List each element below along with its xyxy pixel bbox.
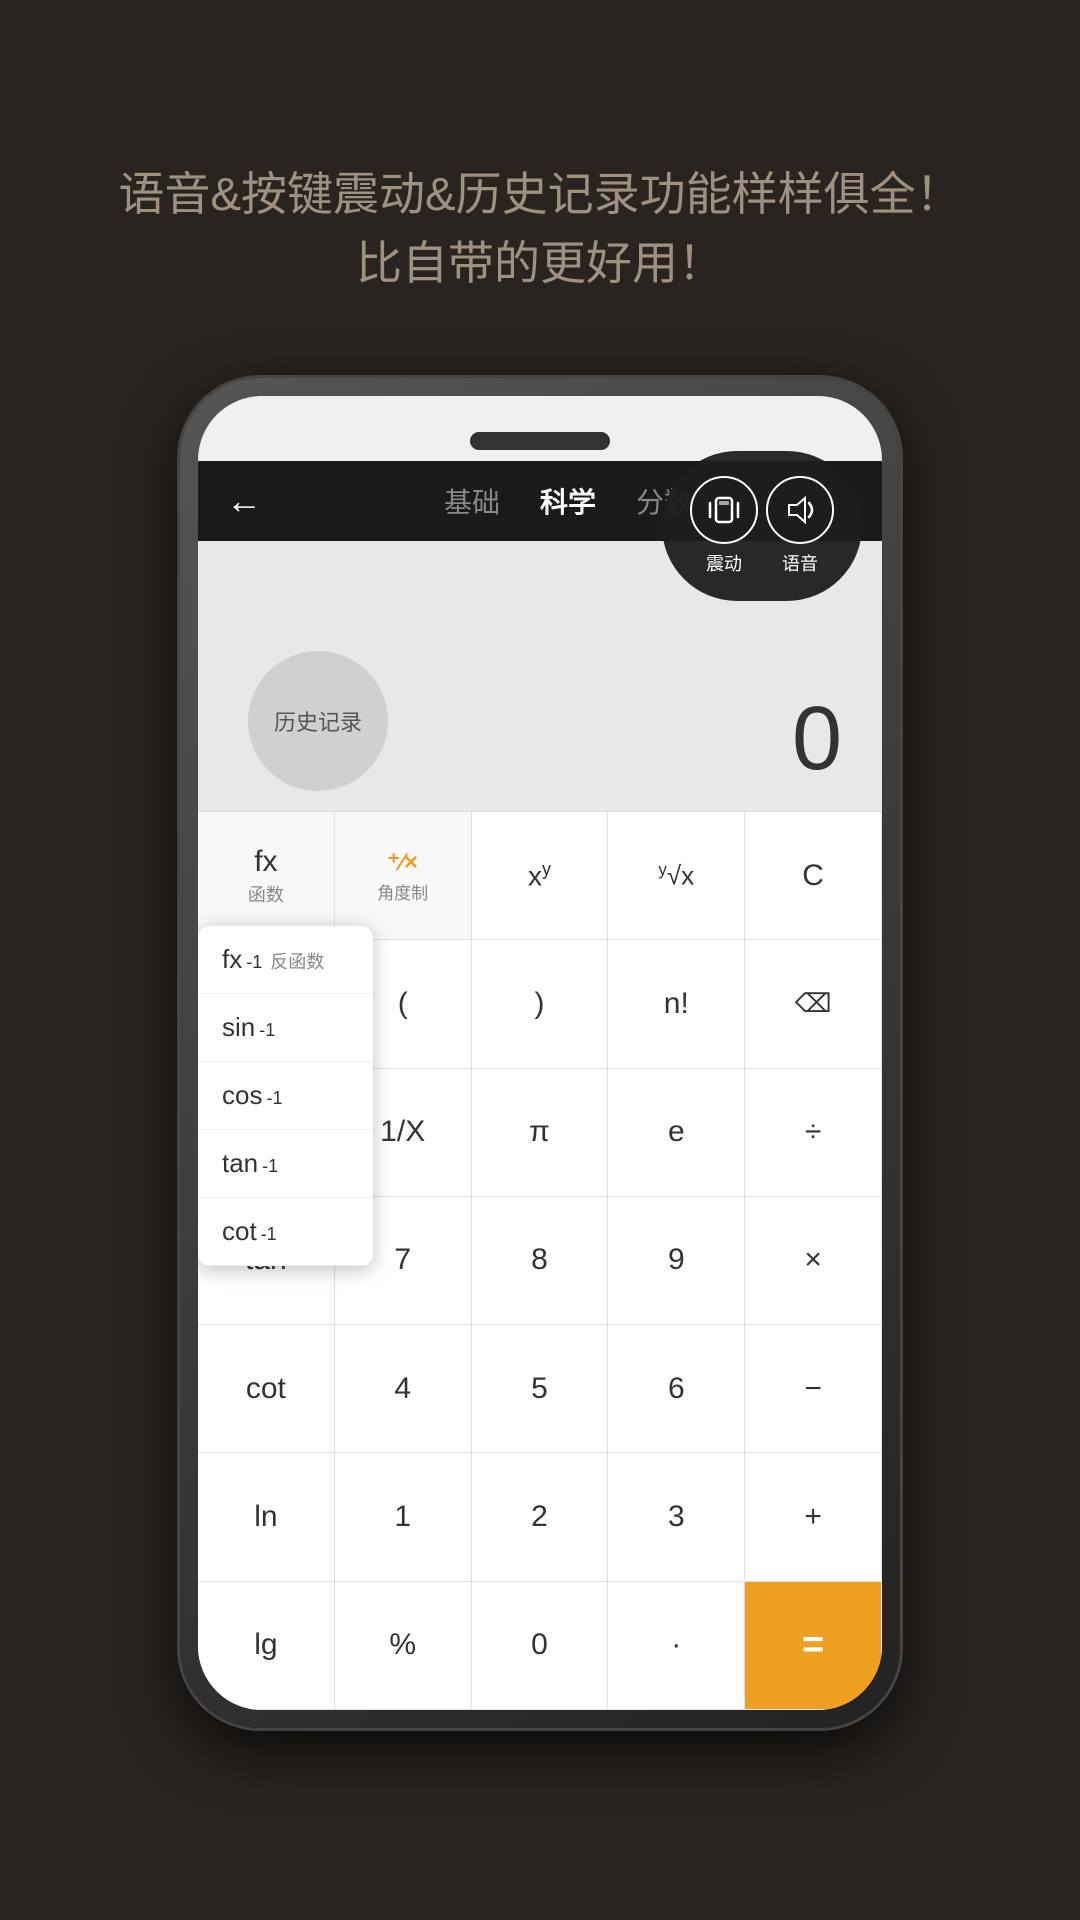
key-5-label: 5	[531, 1372, 548, 1406]
key-subtract[interactable]: −	[745, 1325, 882, 1453]
popup-item-arcsin[interactable]: sin-1	[198, 994, 373, 1062]
key-equals-label: =	[802, 1624, 824, 1667]
key-8[interactable]: 8	[472, 1197, 609, 1325]
key-clear-label: C	[802, 859, 824, 893]
key-open-paren-label: (	[398, 987, 408, 1021]
back-button[interactable]: ←	[226, 480, 262, 522]
key-root-label: y√x	[658, 860, 694, 892]
key-lg[interactable]: lg	[198, 1582, 335, 1710]
key-angle[interactable]: ⁺∕× 角度制	[335, 812, 472, 940]
key-root[interactable]: y√x	[608, 812, 745, 940]
key-0[interactable]: 0	[472, 1582, 609, 1710]
key-pi[interactable]: π	[472, 1069, 609, 1197]
popup-item-arccot[interactable]: cot-1	[198, 1198, 373, 1266]
key-lg-label: lg	[254, 1628, 277, 1662]
key-percent[interactable]: %	[335, 1582, 472, 1710]
key-9-label: 9	[668, 1243, 685, 1277]
key-3[interactable]: 3	[608, 1453, 745, 1581]
key-backspace[interactable]: ⌫	[745, 940, 882, 1068]
float-popup: fx-1 反函数 sin-1 cos-1 tan-1 cot-1	[198, 926, 373, 1266]
key-factorial[interactable]: n!	[608, 940, 745, 1068]
popup-item-fx-inverse[interactable]: fx-1 反函数	[198, 926, 373, 994]
key-angle-symbol: ⁺∕×	[387, 848, 418, 877]
popup-item-arccos[interactable]: cos-1	[198, 1062, 373, 1130]
key-subtract-label: −	[804, 1372, 822, 1406]
key-6-label: 6	[668, 1372, 685, 1406]
key-5[interactable]: 5	[472, 1325, 609, 1453]
tab-science[interactable]: 科学	[540, 481, 596, 521]
key-backspace-icon: ⌫	[795, 988, 832, 1019]
key-close-paren-label: )	[534, 987, 544, 1021]
key-percent-label: %	[389, 1628, 416, 1662]
vibrate-icon-item[interactable]: 震动	[690, 476, 758, 576]
key-ln[interactable]: ln	[198, 1453, 335, 1581]
sound-icon-item[interactable]: 语音	[766, 476, 834, 576]
key-power-label: xy	[528, 859, 551, 892]
key-4[interactable]: 4	[335, 1325, 472, 1453]
key-2-label: 2	[531, 1500, 548, 1534]
key-euler-label: e	[668, 1115, 685, 1149]
key-multiply[interactable]: ×	[745, 1197, 882, 1325]
key-fx[interactable]: fx 函数	[198, 812, 335, 940]
popup-icons: 震动 语音	[662, 451, 862, 601]
phone-shell: ← 基础 科学 分数	[180, 378, 900, 1728]
key-4-label: 4	[394, 1372, 411, 1406]
key-power[interactable]: xy	[472, 812, 609, 940]
history-button[interactable]: 历史记录	[248, 651, 388, 791]
key-factorial-label: n!	[664, 987, 689, 1021]
key-clear[interactable]: C	[745, 812, 882, 940]
tab-basic[interactable]: 基础	[444, 481, 500, 521]
key-angle-sub: 角度制	[377, 879, 428, 904]
key-divide-label: ÷	[805, 1115, 821, 1149]
key-multiply-label: ×	[804, 1243, 822, 1277]
key-cot-label: cot	[246, 1372, 286, 1406]
key-decimal[interactable]: ·	[608, 1582, 745, 1710]
vibrate-label: 震动	[706, 550, 742, 576]
key-cot[interactable]: cot	[198, 1325, 335, 1453]
key-1[interactable]: 1	[335, 1453, 472, 1581]
key-0-label: 0	[531, 1628, 548, 1662]
key-fx-main: fx	[254, 845, 277, 879]
phone-speaker	[470, 432, 610, 450]
key-add[interactable]: +	[745, 1453, 882, 1581]
key-3-label: 3	[668, 1500, 685, 1534]
popup-item-arctan[interactable]: tan-1	[198, 1130, 373, 1198]
key-6[interactable]: 6	[608, 1325, 745, 1453]
phone-screen: ← 基础 科学 分数	[198, 396, 882, 1710]
display-value: 0	[792, 688, 842, 791]
promo-text: 语音&按键震动&历史记录功能样样俱全！ 比自带的更好用！	[38, 160, 1041, 298]
key-9[interactable]: 9	[608, 1197, 745, 1325]
key-7-label: 7	[394, 1243, 411, 1277]
key-close-paren[interactable]: )	[472, 940, 609, 1068]
sound-icon	[766, 476, 834, 544]
key-divide[interactable]: ÷	[745, 1069, 882, 1197]
key-8-label: 8	[531, 1243, 548, 1277]
key-2[interactable]: 2	[472, 1453, 609, 1581]
sound-label: 语音	[782, 550, 818, 576]
key-fx-sub: 函数	[248, 881, 284, 907]
key-euler[interactable]: e	[608, 1069, 745, 1197]
key-reciprocal-label: 1/X	[380, 1115, 425, 1149]
key-ln-label: ln	[254, 1500, 277, 1534]
key-decimal-label: ·	[671, 1628, 681, 1662]
key-pi-label: π	[529, 1115, 550, 1149]
vibrate-icon	[690, 476, 758, 544]
key-equals[interactable]: =	[745, 1582, 882, 1710]
phone-mockup: ← 基础 科学 分数	[180, 378, 900, 1728]
key-1-label: 1	[394, 1500, 411, 1534]
key-add-label: +	[804, 1500, 822, 1534]
